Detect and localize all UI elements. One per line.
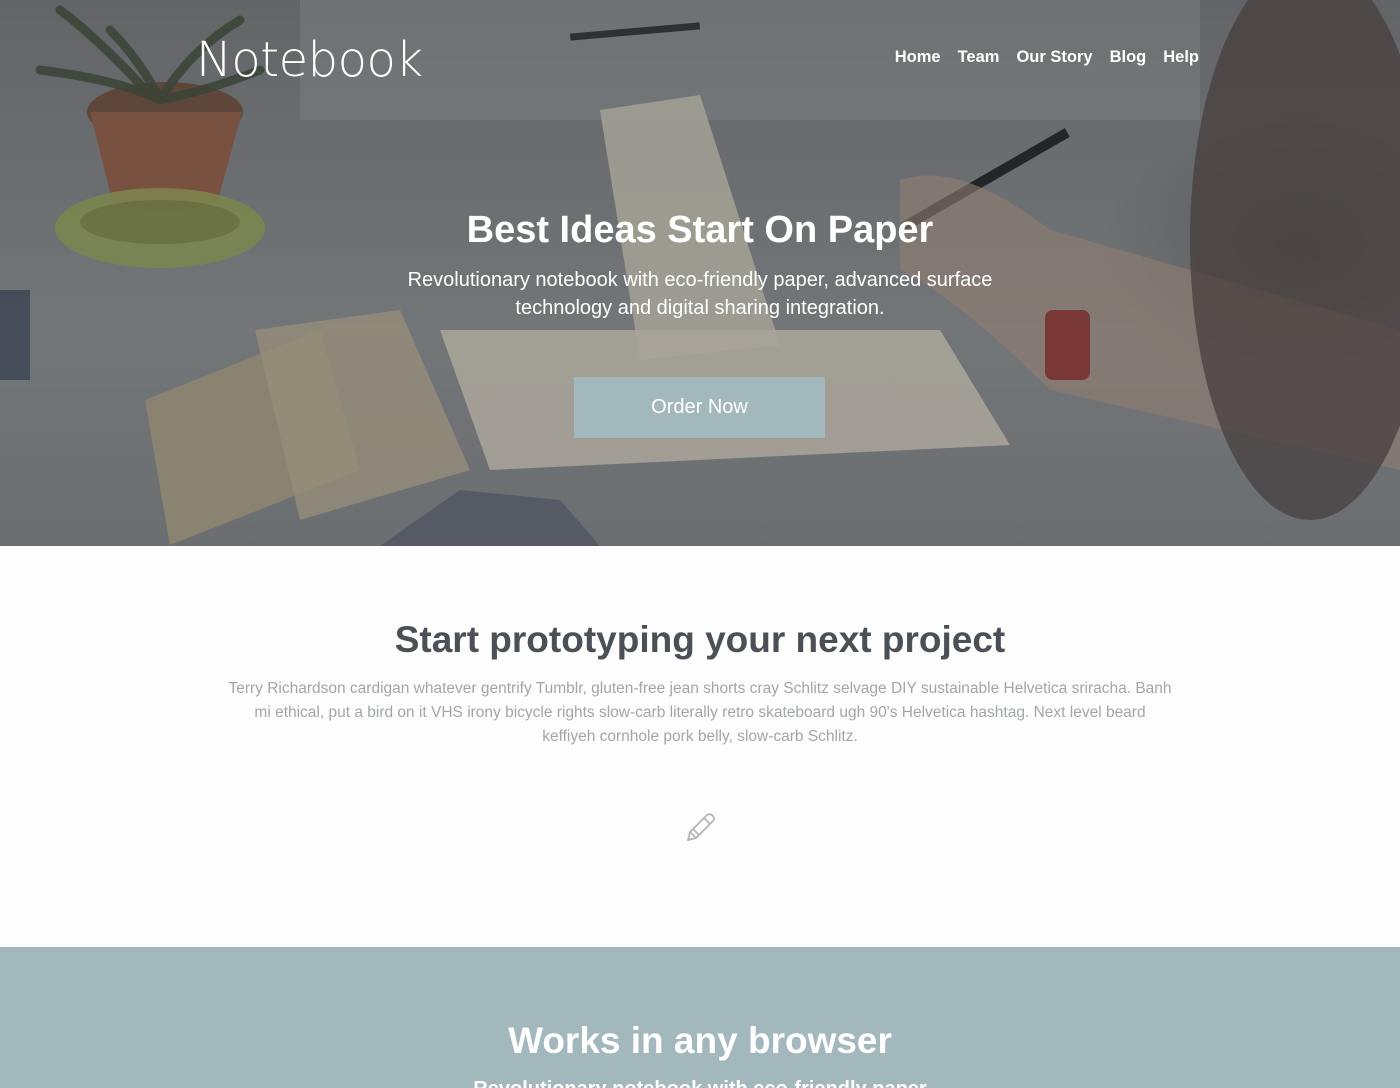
browser-section: Works in any browser Revolutionary noteb… bbox=[0, 947, 1400, 1088]
pencil-icon bbox=[687, 813, 715, 841]
main-nav: Home Team Our Story Blog Help bbox=[895, 46, 1199, 68]
nav-our-story[interactable]: Our Story bbox=[1016, 46, 1092, 68]
hero-section: Notebook Home Team Our Story Blog Help B… bbox=[0, 0, 1400, 546]
browser-subtitle: Revolutionary notebook with eco-friendly… bbox=[0, 1075, 1400, 1088]
intro-section: Start prototyping your next project Terr… bbox=[0, 546, 1400, 947]
nav-team[interactable]: Team bbox=[958, 46, 1000, 68]
browser-title: Works in any browser bbox=[508, 1020, 892, 1061]
order-now-button[interactable]: Order Now bbox=[574, 377, 825, 438]
site-logo[interactable]: Notebook bbox=[196, 30, 423, 90]
nav-help[interactable]: Help bbox=[1163, 46, 1199, 68]
hero-subtitle: Revolutionary notebook with eco-friendly… bbox=[407, 269, 993, 319]
intro-text: Terry Richardson cardigan whatever gentr… bbox=[228, 680, 1172, 745]
nav-home[interactable]: Home bbox=[895, 46, 941, 68]
intro-title: Start prototyping your next project bbox=[394, 619, 1006, 660]
hero-title: Best Ideas Start On Paper bbox=[466, 209, 934, 251]
nav-blog[interactable]: Blog bbox=[1110, 46, 1147, 68]
